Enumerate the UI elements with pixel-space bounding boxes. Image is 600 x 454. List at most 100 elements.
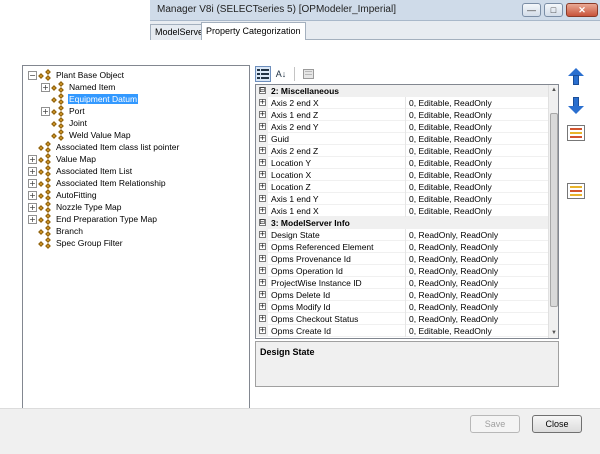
tree-node[interactable]: + Associated Item List <box>28 164 133 177</box>
expand-icon[interactable]: + <box>258 135 266 142</box>
property-value[interactable]: 0, ReadOnly, ReadOnly <box>406 289 498 301</box>
property-row[interactable]: + Opms Referenced Element 0, ReadOnly, Rea… <box>256 240 548 253</box>
property-row[interactable]: + Opms Create Id 0, Editable, ReadOnly <box>256 324 548 337</box>
class-tree[interactable]: − Plant Base Object + Named Item Equipme… <box>22 65 250 419</box>
scrollbar-thumb[interactable] <box>550 113 558 307</box>
tree-node[interactable]: Weld Value Map <box>41 128 132 141</box>
property-value[interactable]: 0, Editable, ReadOnly <box>406 193 492 205</box>
property-row[interactable]: + Axis 2 end Z 0, Editable, ReadOnly <box>256 144 548 157</box>
property-row[interactable]: + Opms Operation Id 0, ReadOnly, ReadOnly <box>256 264 548 277</box>
expand-icon[interactable]: + <box>258 291 266 298</box>
property-grid[interactable]: ⊟ 2: Miscellaneous + Axis 2 end X 0, Edita… <box>255 84 559 339</box>
property-value[interactable]: 0, ReadOnly, ReadOnly <box>406 313 498 325</box>
save-button[interactable]: Save <box>470 415 520 433</box>
property-row[interactable]: + Axis 1 end Z 0, Editable, ReadOnly <box>256 108 548 121</box>
property-value[interactable]: 0, Editable, ReadOnly <box>406 145 492 157</box>
expand-icon[interactable]: + <box>258 207 266 214</box>
property-value[interactable]: 0, Editable, ReadOnly <box>406 121 492 133</box>
expand-icon[interactable]: + <box>258 183 266 190</box>
expand-icon[interactable]: + <box>258 303 266 310</box>
property-value[interactable]: 0, ReadOnly, ReadOnly <box>406 229 498 241</box>
expand-icon[interactable]: + <box>258 171 266 178</box>
expand-icon[interactable]: + <box>258 231 266 238</box>
property-value[interactable]: 0, Editable, ReadOnly <box>406 181 492 193</box>
property-value[interactable]: 0, ReadOnly, ReadOnly <box>406 241 498 253</box>
property-row[interactable]: + Opms Modify Id 0, ReadOnly, ReadOnly <box>256 300 548 313</box>
scroll-up-icon[interactable]: ▲ <box>549 85 558 95</box>
tree-node[interactable]: + Named Item <box>41 80 116 93</box>
grid-scrollbar[interactable]: ▲ ▼ <box>548 85 558 338</box>
expand-icon[interactable]: + <box>258 147 266 154</box>
property-row[interactable]: + Axis 2 end X 0, Editable, ReadOnly <box>256 96 548 109</box>
tab-property-categorization[interactable]: Property Categorization <box>201 22 306 41</box>
tree-expander[interactable]: + <box>28 202 37 212</box>
expand-icon[interactable]: + <box>258 327 266 334</box>
property-value[interactable]: 0, Editable, ReadOnly <box>406 325 492 337</box>
property-row[interactable]: + Opms Provenance Id 0, ReadOnly, ReadOnly <box>256 252 548 265</box>
expand-icon[interactable]: + <box>258 111 266 118</box>
categorized-view-button[interactable] <box>255 66 271 82</box>
property-row[interactable]: + Axis 2 end Y 0, Editable, ReadOnly <box>256 120 548 133</box>
property-row[interactable]: + Opms Delete Id 0, ReadOnly, ReadOnly <box>256 288 548 301</box>
property-value[interactable]: 0, Editable, ReadOnly <box>406 109 492 121</box>
tree-expander[interactable]: + <box>28 190 37 200</box>
tree-node[interactable]: Joint <box>41 116 88 129</box>
category-collapse-icon[interactable]: ⊟ <box>256 216 268 229</box>
property-row[interactable]: + Guid 0, Editable, ReadOnly <box>256 132 548 145</box>
property-value[interactable]: 0, Editable, ReadOnly <box>406 169 492 181</box>
expand-icon[interactable]: + <box>258 99 266 106</box>
expand-icon[interactable]: + <box>258 315 266 322</box>
tree-node[interactable]: + Value Map <box>28 152 97 165</box>
property-row[interactable]: + Opms Checkout Status 0, ReadOnly, ReadOn… <box>256 312 548 325</box>
property-row[interactable]: + Location Y 0, Editable, ReadOnly <box>256 156 548 169</box>
tree-node[interactable]: + Associated Item Relationship <box>28 176 167 189</box>
close-button[interactable]: Close <box>532 415 582 433</box>
tree-expander[interactable]: + <box>28 214 37 224</box>
property-row[interactable]: + Location X 0, Editable, ReadOnly <box>256 168 548 181</box>
property-row[interactable]: + Design State 0, ReadOnly, ReadOnly <box>256 228 548 241</box>
expand-icon[interactable]: + <box>258 123 266 130</box>
tree-expander[interactable]: − <box>28 70 37 80</box>
categorize-button[interactable] <box>565 122 587 144</box>
property-value[interactable]: 0, Editable, ReadOnly <box>406 157 492 169</box>
tree-expander[interactable]: + <box>28 166 37 176</box>
expand-icon[interactable]: + <box>258 243 266 250</box>
scroll-down-icon[interactable]: ▼ <box>549 328 558 338</box>
minimize-button[interactable]: — <box>522 3 541 17</box>
tree-node[interactable]: + Port <box>41 104 86 117</box>
edit-category-button[interactable] <box>565 180 587 202</box>
property-value[interactable]: 0, ReadOnly, ReadOnly <box>406 265 498 277</box>
tree-node[interactable]: + End Preparation Type Map <box>28 212 158 225</box>
tree-expander[interactable]: + <box>41 106 50 116</box>
property-value[interactable]: 0, ReadOnly, ReadOnly <box>406 277 498 289</box>
expand-icon[interactable]: + <box>258 279 266 286</box>
tree-node[interactable]: Associated Item class list pointer <box>28 140 180 153</box>
property-pages-button[interactable] <box>300 66 316 82</box>
tree-node[interactable]: + Nozzle Type Map <box>28 200 123 213</box>
close-window-button[interactable]: ✕ <box>566 3 598 17</box>
property-value[interactable]: 0, ReadOnly, ReadOnly <box>406 253 498 265</box>
property-value[interactable]: 0, Editable, ReadOnly <box>406 97 492 109</box>
category-row[interactable]: ⊟ 2: Miscellaneous <box>256 85 548 97</box>
move-down-button[interactable] <box>565 94 587 116</box>
tree-node[interactable]: Equipment Datum <box>41 92 139 105</box>
move-up-button[interactable] <box>565 66 587 88</box>
tree-node[interactable]: − Plant Base Object <box>28 68 125 81</box>
tree-node[interactable]: + AutoFitting <box>28 188 98 201</box>
property-row[interactable]: + Axis 1 end X 0, Editable, ReadOnly <box>256 204 548 217</box>
tree-node[interactable]: Spec Group Filter <box>28 236 124 249</box>
tree-expander[interactable]: + <box>28 154 37 164</box>
expand-icon[interactable]: + <box>258 255 266 262</box>
tree-expander[interactable]: + <box>41 82 50 92</box>
maximize-button[interactable]: □ <box>544 3 563 17</box>
property-row[interactable]: + Axis 1 end Y 0, Editable, ReadOnly <box>256 192 548 205</box>
property-row[interactable]: + ProjectWise Instance ID 0, ReadOnly, Rea… <box>256 276 548 289</box>
property-value[interactable]: 0, ReadOnly, ReadOnly <box>406 301 498 313</box>
property-row[interactable]: + Location Z 0, Editable, ReadOnly <box>256 180 548 193</box>
expand-icon[interactable]: + <box>258 159 266 166</box>
category-row[interactable]: ⊟ 3: ModelServer Info <box>256 216 548 229</box>
expand-icon[interactable]: + <box>258 195 266 202</box>
tree-expander[interactable]: + <box>28 178 37 188</box>
property-value[interactable]: 0, Editable, ReadOnly <box>406 205 492 217</box>
expand-icon[interactable]: + <box>258 267 266 274</box>
